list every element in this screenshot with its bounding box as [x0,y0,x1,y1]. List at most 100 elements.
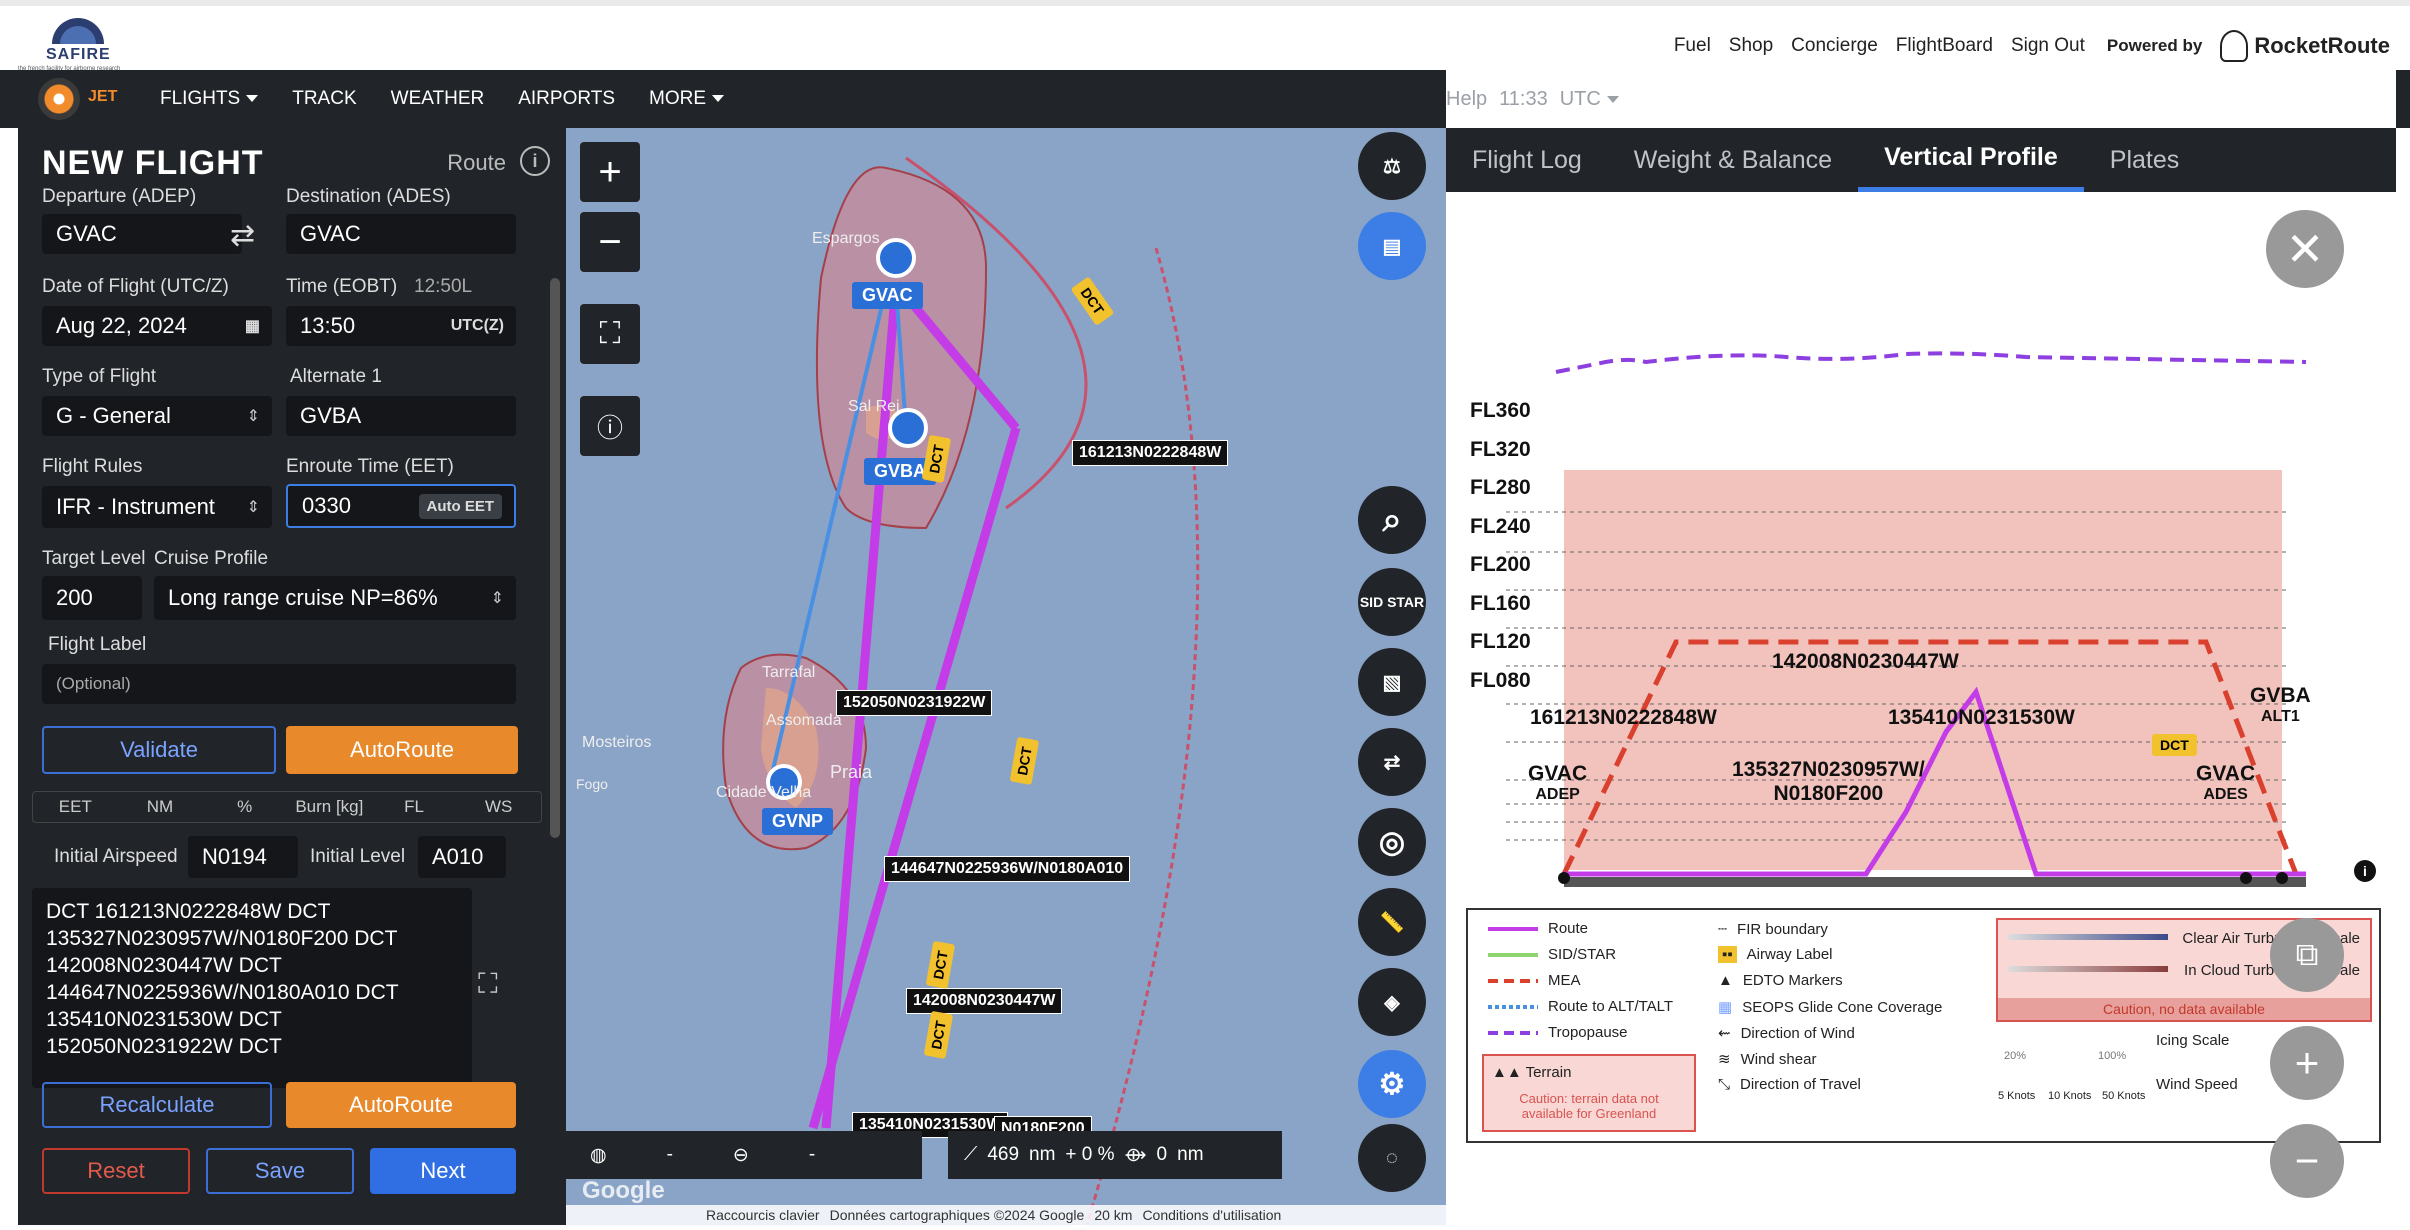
ruler-icon[interactable]: 📏 [1358,888,1426,956]
shortcuts-link[interactable]: Raccourcis clavier [706,1207,820,1223]
legend-label: Wind shear [1740,1050,1817,1068]
col-nm[interactable]: NM [118,797,203,817]
layers-icon[interactable]: ◈ [1358,968,1426,1036]
tab-plates[interactable]: Plates [2084,128,2205,192]
auto-eet-button[interactable]: Auto EET [418,493,502,519]
grid-icon[interactable]: ⊖ [733,1144,749,1167]
map-route-icon[interactable]: ⛶ [478,968,518,1008]
gvac-label[interactable]: GVAC [852,282,923,309]
waypoint-label[interactable]: 161213N0222848W [1072,440,1229,466]
departure-input[interactable]: GVAC [42,214,242,254]
destination-label: Destination (ADES) [286,186,451,207]
target-level-input[interactable]: 200 [42,576,142,620]
waypoint-label[interactable]: 144647N0225936W/N0180A010 [884,856,1131,882]
zoom-in-profile-button[interactable]: + [2270,1026,2344,1100]
tab-vertical-profile[interactable]: Vertical Profile [1858,128,2084,192]
fullscreen-icon[interactable]: ⛶ [580,304,640,364]
next-button[interactable]: Next [370,1148,516,1194]
jet-logo-icon[interactable] [38,78,80,120]
profile-waypoint-line1: 135327N0230957W/ [1732,758,1925,781]
recalculate-button[interactable]: Recalculate [42,1082,272,1128]
col-ws[interactable]: WS [456,797,541,817]
alternate-input[interactable]: GVBA [286,396,516,436]
legend-label: Route [1548,920,1589,937]
timezone-select[interactable]: UTC [1560,88,1619,111]
route-line: 135410N0231530W DCT [46,1008,282,1031]
eet-input[interactable]: 0330 Auto EET [286,484,516,528]
flightboard-link[interactable]: FlightBoard [1896,35,1993,57]
sign-out-link[interactable]: Sign Out [2011,35,2085,57]
language-select[interactable]: ◍ English [1631,87,1738,112]
col-pct[interactable]: % [202,797,287,817]
panel-scrollbar[interactable] [550,278,560,838]
search-icon[interactable]: ⌕ [1358,486,1426,554]
autoroute-button[interactable]: AutoRoute [286,726,518,774]
map-layers-icon[interactable]: ▧ [1358,648,1426,716]
terms-link[interactable]: Conditions d'utilisation [1142,1207,1281,1223]
calendar-icon[interactable]: ▦ [245,316,260,336]
route-icon[interactable]: ⇄ [1358,728,1426,796]
external-link-icon[interactable]: ⧉ [2270,918,2344,992]
globe-icon[interactable]: ◍ [590,1144,607,1167]
printer-icon[interactable]: ▤ [1358,212,1426,280]
eye-off-icon[interactable]: ◌ [1358,1124,1426,1192]
autoroute-button-2[interactable]: AutoRoute [286,1082,516,1128]
rocketroute-logo[interactable]: RocketRoute [2220,30,2390,62]
nav-weather[interactable]: WEATHER [391,88,485,110]
chevron-down-icon [1606,95,1619,103]
info-icon[interactable]: i [520,146,550,176]
zoom-in-button[interactable]: + [580,142,640,202]
tab-flight-log[interactable]: Flight Log [1446,128,1608,192]
wind-10kt: 10 Knots [2048,1090,2092,1102]
initial-level-input[interactable]: A010 [418,836,506,878]
map-info-icon[interactable]: ⓘ [580,396,640,456]
flight-label-input[interactable]: (Optional) [42,664,516,704]
dep-point [1558,872,1570,884]
gvac-marker[interactable] [876,238,916,278]
flight-type-select[interactable]: G - General [42,396,272,436]
cruise-profile-select[interactable]: Long range cruise NP=86% [154,576,516,620]
nav-more[interactable]: MORE [649,88,725,110]
col-burn[interactable]: Burn [kg] [287,797,372,817]
help-link[interactable]: Help [1446,88,1487,111]
concierge-link[interactable]: Concierge [1791,35,1878,57]
settings-gear-icon[interactable]: ⚙ [1358,1050,1426,1118]
legend-terrain: ▲▲ Terrain Caution: terrain data not avai… [1482,1054,1696,1132]
legend-label: EDTO Markers [1742,972,1843,989]
zoom-out-button[interactable]: − [580,212,640,272]
clock-time: 11:33 [1499,87,1548,110]
time-input[interactable]: 13:50 UTC(Z) [286,306,516,346]
route-map[interactable]: GVAC GVBA GVNP 161213N0222848W 152050N02… [566,128,1446,1225]
eet-value: 0330 [302,493,351,518]
shop-link[interactable]: Shop [1729,35,1773,57]
tab-weight-balance[interactable]: Weight & Balance [1608,128,1858,192]
waypoint-label[interactable]: 142008N0230447W [906,988,1063,1014]
destination-input[interactable]: GVAC [286,214,516,254]
flight-rules-select[interactable]: IFR - Instrument [42,486,272,528]
nav-flights[interactable]: FLIGHTS [160,88,259,110]
waypoint-label[interactable]: 152050N0231922W [836,690,993,716]
user-avatar-icon[interactable] [1749,79,1790,119]
col-eet[interactable]: EET [33,797,118,817]
airspeed-input[interactable]: N0194 [188,836,298,878]
sid-star-button[interactable]: SID STAR [1358,568,1426,636]
legend-label: Terrain [1525,1064,1572,1081]
swap-icon[interactable]: ⇄ [230,218,255,253]
target-icon[interactable]: ◎ [1358,808,1426,876]
save-button[interactable]: Save [206,1148,354,1194]
col-fl[interactable]: FL [372,797,457,817]
date-input[interactable]: Aug 22, 2024 ▦ [42,306,272,346]
legend-edto: ▲ EDTO Markers [1718,972,1843,989]
balance-icon[interactable]: ⚖ [1358,132,1426,200]
safire-logo[interactable]: SAFIRE the french facility for airborne … [16,16,136,76]
validate-button[interactable]: Validate [42,726,276,774]
nav-airports[interactable]: AIRPORTS [518,88,615,110]
fuel-link[interactable]: Fuel [1674,35,1711,57]
route-textarea[interactable]: DCT 161213N0222848W DCT 135327N0230957W/… [32,888,472,1088]
info-icon[interactable]: i [2354,860,2376,882]
reset-button[interactable]: Reset [42,1148,190,1194]
nav-track[interactable]: TRACK [292,88,356,110]
gvnp-label[interactable]: GVNP [762,808,834,835]
zoom-out-profile-button[interactable]: − [2270,1124,2344,1198]
legend-mea: MEA [1488,972,1581,989]
